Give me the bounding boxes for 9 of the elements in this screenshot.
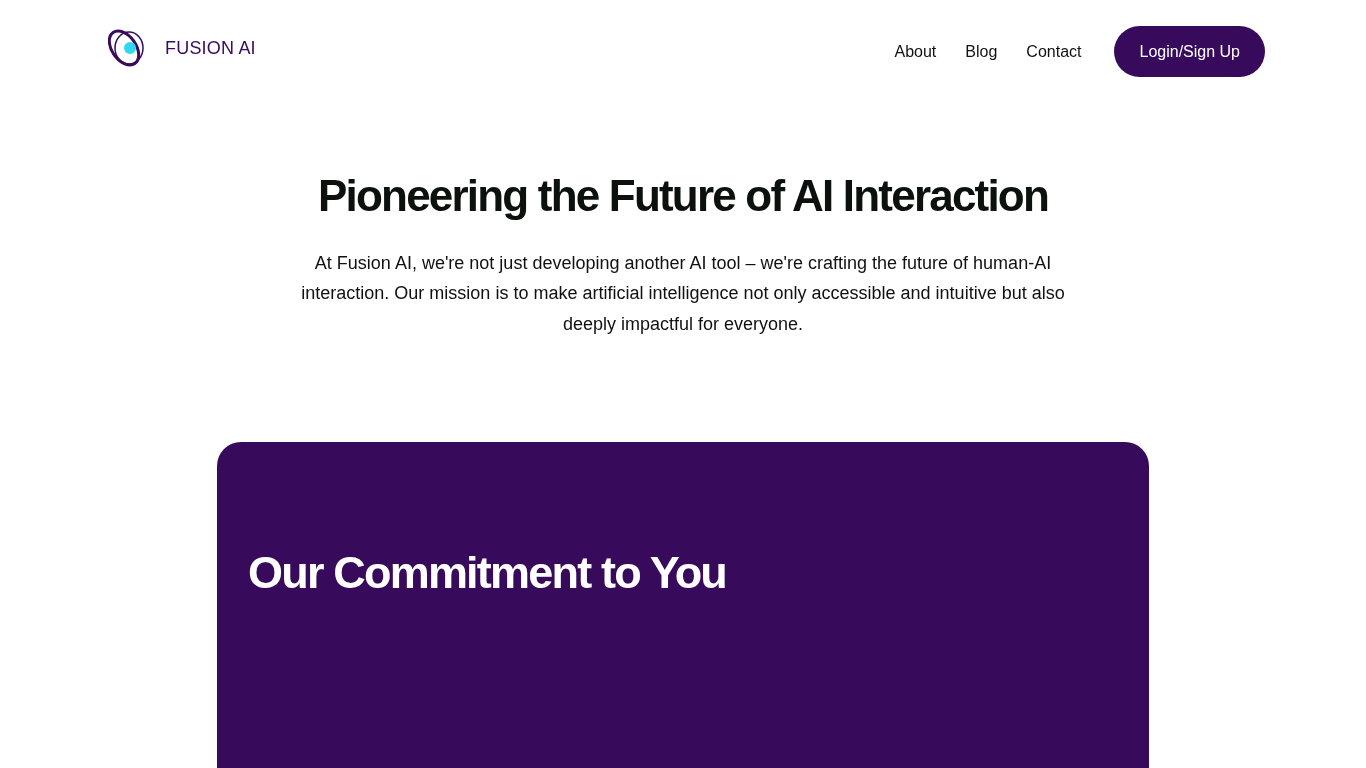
- nav-link[interactable]: Blog: [965, 39, 998, 64]
- nav-link[interactable]: Contact: [1026, 39, 1082, 64]
- hero-paragraph: At Fusion AI, we're not just developing another AI tool – we're crafting the future of human-AI interaction. Our mission is to make artificial intelligence not only accessible and intuitive but also deeply impactful for everyone.: [300, 251, 1066, 336]
- nav-link[interactable]: About: [894, 39, 937, 64]
- commitment-heading: Our Commitment to You: [248, 546, 728, 601]
- brand-name: FUSION AI: [165, 36, 256, 60]
- login-signup-button[interactable]: Login/Sign Up: [1114, 26, 1265, 77]
- hero-heading: Pioneering the Future of AI Interaction: [317, 170, 1049, 222]
- logo-icon: [108, 26, 145, 70]
